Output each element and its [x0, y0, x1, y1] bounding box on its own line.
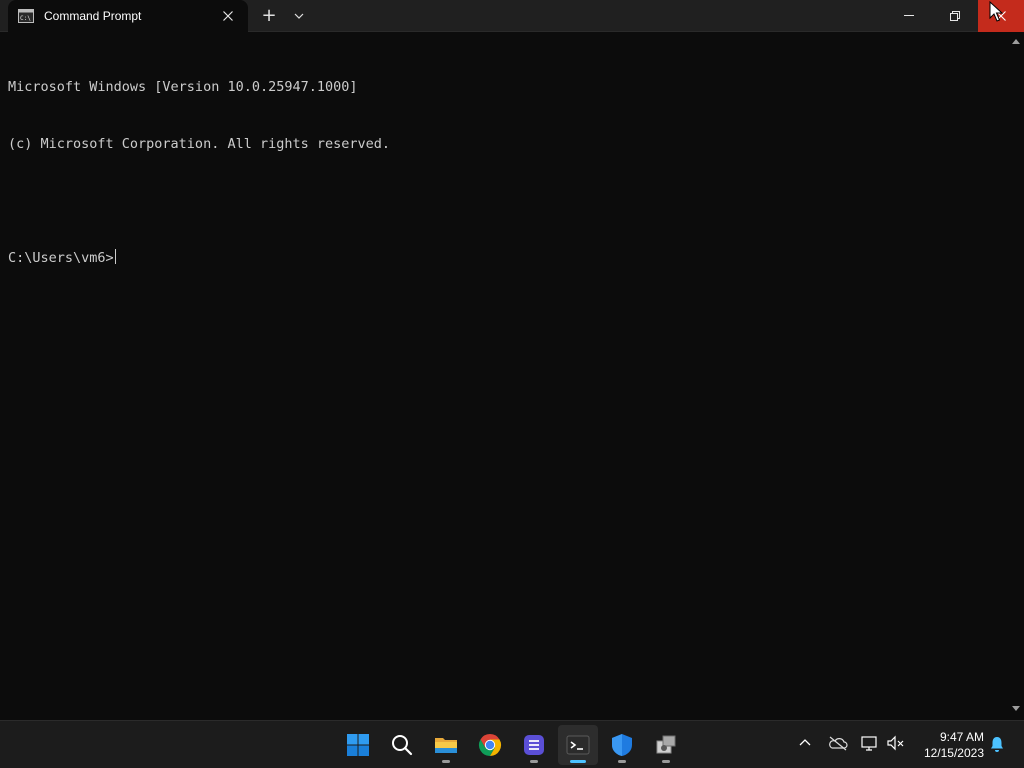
file-explorer-button[interactable] — [426, 725, 466, 765]
bell-icon[interactable] — [988, 735, 1006, 753]
svg-text:C:\: C:\ — [20, 15, 31, 22]
restore-icon — [950, 11, 960, 21]
running-indicator — [442, 760, 450, 763]
start-button[interactable] — [338, 725, 378, 765]
tab-title: Command Prompt — [44, 9, 142, 23]
console-output[interactable]: Microsoft Windows [Version 10.0.25947.10… — [0, 32, 1008, 720]
tab-command-prompt[interactable]: C:\ Command Prompt — [8, 0, 248, 32]
chrome-icon — [478, 734, 502, 756]
chevron-down-icon[interactable] — [290, 6, 308, 26]
text-cursor — [114, 249, 116, 264]
onedrive-icon[interactable] — [828, 735, 848, 751]
shield-icon — [612, 734, 632, 756]
chrome-button[interactable] — [470, 725, 510, 765]
terminal-icon — [566, 735, 590, 755]
terminal-button[interactable] — [558, 725, 598, 765]
app-purple-button[interactable] — [514, 725, 554, 765]
defender-button[interactable] — [602, 725, 642, 765]
mouse-pointer-icon — [989, 1, 1003, 22]
windows-logo-icon — [347, 734, 369, 756]
title-bar: C:\ Command Prompt + — [0, 0, 1024, 32]
setup-button[interactable] — [646, 725, 686, 765]
scroll-down-icon[interactable] — [1012, 704, 1020, 712]
app-icon — [524, 735, 544, 755]
minimize-button[interactable] — [886, 0, 932, 32]
running-indicator — [618, 760, 626, 763]
minimize-icon — [904, 15, 914, 16]
scroll-up-icon[interactable] — [1012, 38, 1020, 46]
folder-icon — [435, 738, 457, 753]
chevron-up-icon[interactable] — [797, 735, 813, 751]
installer-icon — [656, 735, 676, 754]
prompt-line[interactable]: C:\Users\vm6> — [8, 249, 1000, 268]
running-indicator — [662, 760, 670, 763]
volume-muted-icon[interactable] — [886, 735, 906, 751]
search-icon — [392, 735, 413, 756]
close-icon[interactable] — [220, 8, 236, 24]
scrollbar[interactable] — [1008, 32, 1024, 720]
console-line: (c) Microsoft Corporation. All rights re… — [8, 136, 391, 152]
network-icon[interactable] — [860, 735, 880, 751]
clock-date: 12/15/2023 — [923, 746, 984, 760]
taskbar: 9:47 AM 12/15/2023 — [0, 720, 1024, 768]
cmd-icon: C:\ — [18, 8, 34, 24]
search-button[interactable] — [382, 725, 422, 765]
clock-time: 9:47 AM — [939, 730, 984, 744]
active-indicator — [570, 760, 586, 763]
restore-button[interactable] — [932, 0, 978, 32]
clock[interactable]: 9:47 AM 12/15/2023 — [912, 729, 984, 761]
new-tab-button[interactable]: + — [258, 6, 280, 26]
prompt-text: C:\Users\vm6> — [8, 250, 114, 266]
console-line: Microsoft Windows [Version 10.0.25947.10… — [8, 79, 358, 95]
running-indicator — [530, 760, 538, 763]
